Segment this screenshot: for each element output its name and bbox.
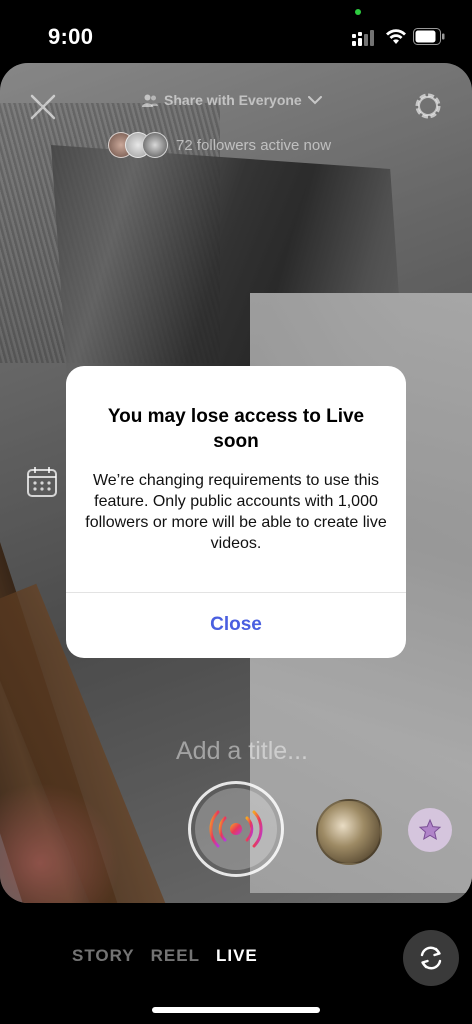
camera-in-use-indicator: [355, 9, 361, 15]
home-indicator[interactable]: [152, 1007, 320, 1013]
cellular-signal-icon: [352, 30, 374, 46]
avatar: [142, 132, 168, 158]
share-audience-label: Share with Everyone: [164, 92, 302, 108]
go-live-button-inner: [195, 788, 277, 870]
close-button[interactable]: Close: [66, 593, 406, 657]
tab-reel[interactable]: REEL: [151, 946, 200, 966]
tab-live[interactable]: LIVE: [216, 946, 258, 966]
status-time: 9:00: [48, 24, 94, 49]
calendar-icon[interactable]: [26, 466, 58, 498]
gear-icon[interactable]: [410, 88, 446, 124]
battery-icon: [413, 28, 445, 45]
live-broadcast-icon: [209, 810, 263, 848]
star-icon: [418, 818, 442, 841]
lose-live-access-dialog: You may lose access to Live soon We’re c…: [66, 366, 406, 658]
share-audience-selector[interactable]: Share with Everyone: [142, 92, 322, 108]
dialog-title: You may lose access to Live soon: [107, 406, 365, 452]
people-icon: [142, 94, 158, 107]
chevron-down-icon: [307, 95, 322, 104]
go-live-button[interactable]: [188, 781, 284, 877]
flip-camera-icon: [420, 946, 442, 970]
followers-active-text: 72 followers active now: [176, 136, 332, 154]
dialog-body: We’re changing requirements to use this …: [85, 472, 387, 552]
camera-mode-tabs: STORY REEL LIVE: [72, 946, 258, 966]
active-followers: 72 followers active now: [108, 132, 331, 158]
close-icon[interactable]: [28, 92, 58, 122]
status-bar: 9:00: [0, 0, 472, 60]
gallery-thumbnail[interactable]: [316, 799, 382, 865]
title-input[interactable]: [140, 732, 344, 770]
wifi-icon: [386, 29, 406, 44]
follower-avatars: [108, 132, 168, 158]
tab-story[interactable]: STORY: [72, 946, 135, 966]
effects-button[interactable]: [408, 808, 452, 852]
flip-camera-button[interactable]: [403, 930, 459, 986]
